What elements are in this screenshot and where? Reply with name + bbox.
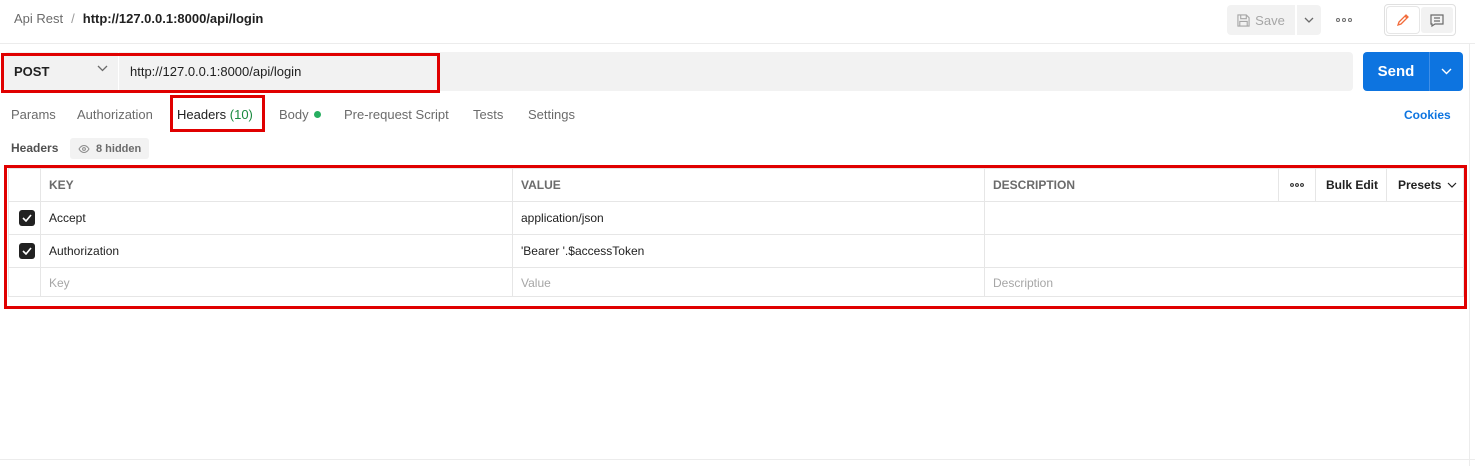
save-button[interactable]: Save xyxy=(1227,5,1295,35)
breadcrumb-collection[interactable]: Api Rest xyxy=(14,11,63,26)
save-options-button[interactable] xyxy=(1297,5,1321,35)
send-options-button[interactable] xyxy=(1430,52,1463,91)
save-group: Save xyxy=(1227,5,1321,35)
highlight-box-headers-table xyxy=(4,165,1467,309)
cookies-link[interactable]: Cookies xyxy=(1404,108,1451,122)
comment-icon xyxy=(1430,13,1444,27)
save-icon xyxy=(1237,13,1250,27)
request-name[interactable]: http://127.0.0.1:8000/api/login xyxy=(83,11,264,26)
body-indicator-dot xyxy=(313,111,321,118)
hidden-headers-label: 8 hidden xyxy=(96,142,142,155)
send-group: Send xyxy=(1363,52,1463,91)
headers-section-title: Headers xyxy=(11,141,59,155)
breadcrumb: Api Rest / http://127.0.0.1:8000/api/log… xyxy=(14,11,263,26)
tab-params[interactable]: Params xyxy=(11,107,56,122)
tab-body-label: Body xyxy=(279,107,309,122)
chevron-down-icon xyxy=(1304,17,1314,23)
tab-authorization[interactable]: Authorization xyxy=(77,107,153,122)
chevron-down-icon xyxy=(1441,68,1452,75)
tab-tests[interactable]: Tests xyxy=(473,107,503,122)
highlight-box-headers-tab xyxy=(170,95,265,132)
view-mode-toggle xyxy=(1384,4,1456,36)
highlight-box-url xyxy=(1,53,440,93)
hidden-headers-toggle[interactable]: 8 hidden xyxy=(70,138,150,159)
eye-icon xyxy=(78,144,90,153)
tab-body[interactable]: Body xyxy=(279,107,321,122)
ellipsis-icon xyxy=(1336,18,1352,22)
send-button[interactable]: Send xyxy=(1363,52,1429,91)
breadcrumb-separator: / xyxy=(71,11,75,26)
top-bar: Api Rest / http://127.0.0.1:8000/api/log… xyxy=(0,0,1475,44)
bottom-divider xyxy=(0,459,1475,460)
save-label: Save xyxy=(1255,12,1285,28)
right-panel-divider xyxy=(1469,44,1470,466)
tab-settings[interactable]: Settings xyxy=(528,107,575,122)
pencil-icon xyxy=(1396,14,1409,27)
edit-mode-button[interactable] xyxy=(1387,7,1419,33)
comments-button[interactable] xyxy=(1421,7,1453,33)
tab-pre-request-script[interactable]: Pre-request Script xyxy=(344,107,449,122)
more-actions-button[interactable] xyxy=(1331,10,1357,30)
